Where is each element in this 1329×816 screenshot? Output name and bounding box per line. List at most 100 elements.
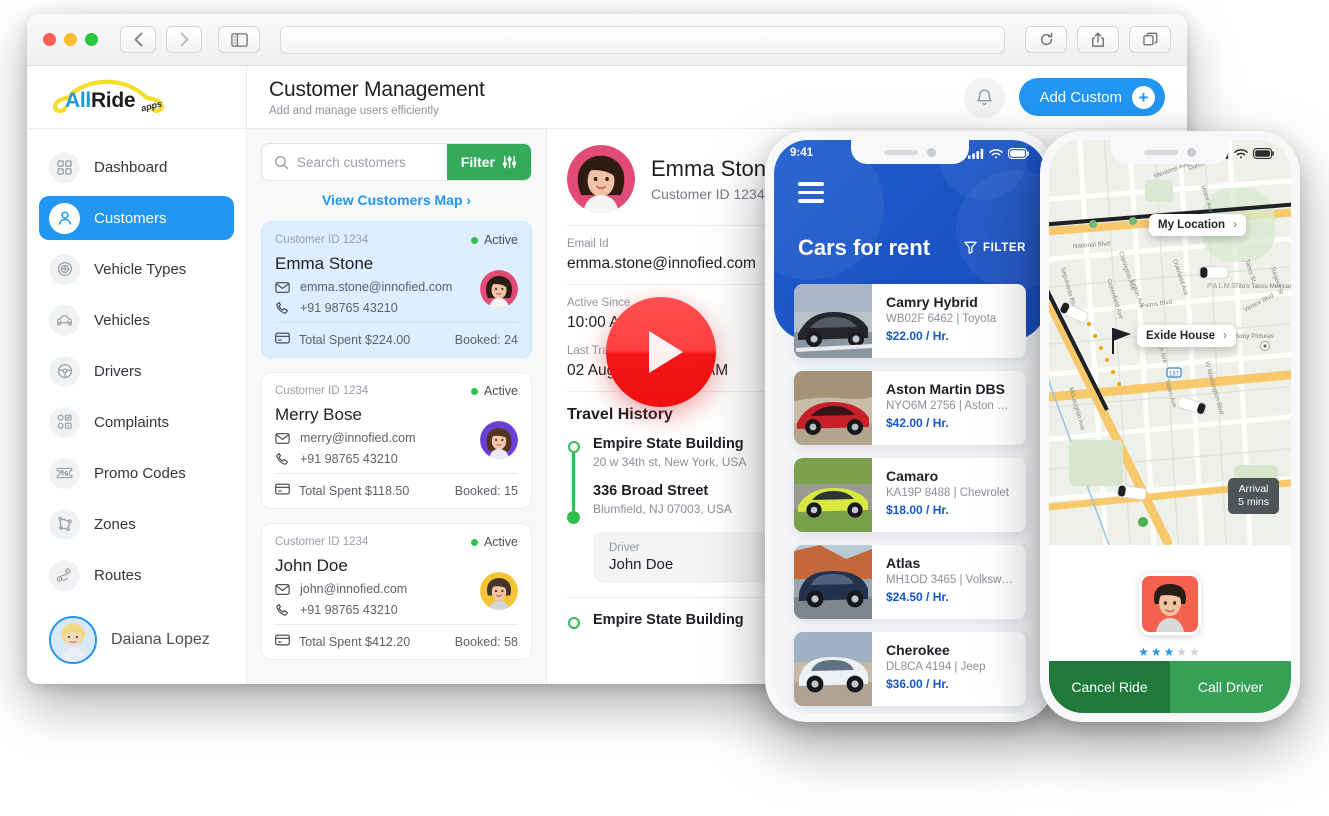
rating-empty-stars: ★★ — [1176, 645, 1202, 659]
customer-card[interactable]: Customer ID 1234 Active John Doe john@in… — [261, 523, 532, 660]
sidebar-item-label: Complaints — [94, 413, 170, 431]
window-controls[interactable] — [43, 33, 98, 46]
ticket-percent-icon — [49, 457, 80, 489]
customer-card-top: Customer ID 1234 Active — [275, 535, 518, 549]
minimize-window-button[interactable] — [64, 33, 77, 46]
page-title: Customer Management — [269, 77, 485, 101]
search-icon — [274, 155, 289, 169]
call-driver-button[interactable]: Call Driver — [1170, 661, 1291, 713]
car-list[interactable]: Camry Hybrid WB02F 6462 | Toyota $22.00 … — [774, 284, 1046, 713]
route-pin-icon — [49, 559, 80, 591]
sidebar-item-vehicles[interactable]: Vehicles — [39, 298, 234, 342]
status-dot — [470, 387, 478, 395]
customer-card[interactable]: Customer ID 1234 Active Emma Stone emma.… — [261, 221, 532, 358]
phone-screen: 9:41 Cars for rent FILTER Camry Hybrid W… — [774, 140, 1046, 713]
wifi-icon — [989, 148, 1003, 158]
white-suv — [794, 632, 872, 706]
sidebar-item-drivers[interactable]: Drivers — [39, 349, 234, 393]
avatar-image — [51, 618, 95, 662]
car-card[interactable]: Camry Hybrid WB02F 6462 | Toyota $22.00 … — [794, 284, 1026, 358]
menu-button[interactable] — [798, 182, 824, 203]
sidebar-item-zones[interactable]: Zones — [39, 502, 234, 546]
notifications-button[interactable] — [964, 76, 1006, 118]
customer-id: Customer ID 1234 — [275, 385, 369, 397]
search-box[interactable]: Search customers Filter — [261, 143, 532, 181]
car-info: Aston Martin DBS NYO6M 2756 | Aston M...… — [872, 371, 1026, 445]
customer-email: merry@innofied.com — [300, 431, 416, 445]
app-logo[interactable]: AllRide apps — [27, 66, 246, 129]
share-button[interactable] — [1077, 26, 1119, 53]
avatar-image — [480, 270, 518, 308]
funnel-icon — [964, 241, 977, 254]
sidebar-toggle-icon — [230, 32, 248, 47]
car-image — [794, 284, 873, 358]
car-card[interactable]: Aston Martin DBS NYO6M 2756 | Aston M...… — [794, 371, 1026, 445]
page-header: Customer Management Add and manage users… — [247, 66, 1187, 129]
driver-photo — [1142, 576, 1198, 632]
maximize-window-button[interactable] — [85, 33, 98, 46]
avatar — [567, 145, 635, 213]
car-card[interactable]: Atlas MH1OD 3465 | Volkswa... $24.50 / H… — [794, 545, 1026, 619]
customer-phone-row: +91 98765 43210 — [275, 452, 518, 466]
car-plate: DL8CA 4194 | Jeep — [886, 661, 986, 673]
avatar-image — [567, 145, 635, 213]
car-plate: WB02F 6462 | Toyota — [886, 313, 997, 325]
sidebar-item-customers[interactable]: Customers — [39, 196, 234, 240]
card-icon — [275, 483, 290, 498]
forward-button[interactable] — [166, 26, 202, 53]
sidebar-item-complaints[interactable]: Complaints — [39, 400, 234, 444]
search-input[interactable]: Search customers — [297, 155, 439, 170]
sidebar-item-label: Customers — [94, 209, 167, 227]
map-car-icon — [1199, 266, 1229, 279]
sidebar-nav: Dashboard Customers Vehicle Types Vehicl… — [27, 129, 246, 608]
view-customers-map-link[interactable]: View Customers Map › — [261, 181, 532, 221]
customer-email: emma.stone@innofied.com — [300, 280, 453, 294]
close-window-button[interactable] — [43, 33, 56, 46]
customer-card-footer: Total Spent $224.00 Booked: 24 — [275, 322, 518, 357]
sidebar-item-promo-codes[interactable]: Promo Codes — [39, 451, 234, 495]
car-price: $24.50 / Hr. — [886, 590, 949, 604]
cars-filter-button[interactable]: FILTER — [964, 241, 1026, 254]
my-location-pill[interactable]: My Location › — [1149, 214, 1246, 236]
customer-list[interactable]: Customer ID 1234 Active Emma Stone emma.… — [247, 221, 546, 684]
filter-button[interactable]: Filter — [446, 144, 531, 180]
car-name: Camry Hybrid — [886, 294, 978, 310]
svg-text:187: 187 — [1169, 371, 1180, 377]
back-button[interactable] — [120, 26, 156, 53]
cancel-ride-button[interactable]: Cancel Ride — [1049, 661, 1170, 713]
add-customer-button[interactable]: Add Custom + — [1019, 78, 1165, 116]
sidebar-item-dashboard[interactable]: Dashboard — [39, 145, 234, 189]
sidebar-item-routes[interactable]: Routes — [39, 553, 234, 597]
car-info: Cherokee DL8CA 4194 | Jeep $36.00 / Hr. — [872, 632, 996, 706]
car-card[interactable]: Camaro KA19P 8488 | Chevrolet $18.00 / H… — [794, 458, 1026, 532]
customer-card[interactable]: Customer ID 1234 Active Merry Bose merry… — [261, 372, 532, 509]
black-sedan — [794, 284, 873, 358]
total-spent: Total Spent $412.20 — [299, 634, 411, 649]
sidebar-user-profile[interactable]: Daiana Lopez — [27, 608, 246, 684]
svg-text:Tito's Tacos Mexican: Tito's Tacos Mexican — [1235, 283, 1291, 290]
destination-pill[interactable]: Exide House › — [1137, 325, 1236, 347]
envelope-icon — [275, 281, 291, 293]
cars-title: Cars for rent — [798, 235, 931, 260]
speaker-grill — [1144, 149, 1178, 155]
ride-actions: Cancel Ride Call Driver — [1049, 661, 1291, 713]
sliders-icon — [502, 155, 517, 169]
rating-filled-stars: ★★★ — [1138, 645, 1177, 659]
car-price: $36.00 / Hr. — [886, 677, 949, 691]
customer-id: Customer ID 1234 — [275, 234, 369, 246]
card-icon — [275, 332, 290, 347]
cars-filter-label: FILTER — [983, 241, 1026, 254]
address-bar[interactable] — [280, 25, 1005, 54]
sidebar-item-vehicle-types[interactable]: Vehicle Types — [39, 247, 234, 291]
reload-button[interactable] — [1025, 26, 1067, 53]
play-video-button[interactable] — [606, 297, 716, 407]
status-label: Active — [483, 384, 518, 398]
map-view[interactable]: Mentone Ave Durbin Dr Motor Ave National… — [1049, 140, 1291, 545]
sidebar-item-label: Zones — [94, 515, 136, 533]
chevron-left-icon — [134, 32, 142, 47]
toggle-sidebar-button[interactable] — [218, 26, 260, 53]
phone-icon — [275, 603, 291, 617]
car-image — [794, 458, 872, 532]
tabs-button[interactable] — [1129, 26, 1171, 53]
car-card[interactable]: Cherokee DL8CA 4194 | Jeep $36.00 / Hr. — [794, 632, 1026, 706]
